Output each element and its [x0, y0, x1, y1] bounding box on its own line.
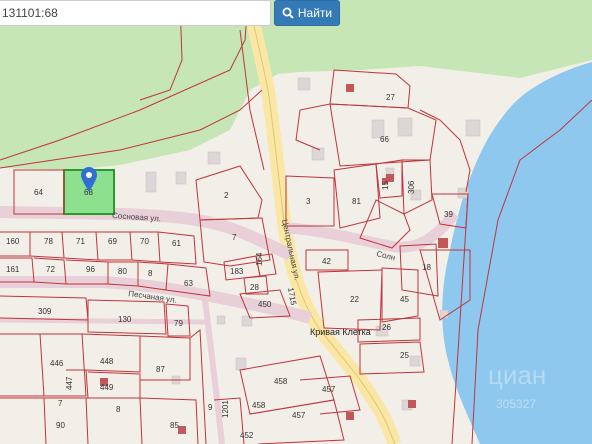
parcel-label: 306 [407, 180, 416, 194]
parcel-label: 90 [56, 421, 65, 430]
parcel-label: 130 [118, 315, 132, 324]
parcel-label: 78 [44, 237, 53, 246]
parcel-label: 80 [118, 267, 127, 276]
parcel-label: 447 [65, 376, 74, 390]
parcel-label: 3 [306, 197, 311, 206]
parcel-label: 22 [350, 295, 359, 304]
watermark-subtext: 305327 [496, 397, 536, 411]
parcel-label: 25 [400, 351, 409, 360]
parcel-label: 458 [274, 377, 288, 386]
search-button-label: Найти [297, 6, 333, 20]
parcel-label: 446 [50, 359, 64, 368]
search-icon [282, 7, 294, 19]
parcel-label: 64 [34, 188, 43, 197]
parcel-label: 42 [322, 257, 331, 266]
parcel-label: 39 [444, 210, 453, 219]
parcel-label: 1201 [221, 400, 230, 418]
parcel-label: 160 [6, 237, 20, 246]
parcel-label: 79 [174, 319, 183, 328]
parcel-label: 70 [140, 237, 149, 246]
parcel-label: 45 [400, 295, 409, 304]
parcel-label: 87 [156, 365, 165, 374]
parcel-label: 309 [38, 307, 52, 316]
parcel-label: 450 [258, 300, 272, 309]
parcel-label: 2 [224, 191, 229, 200]
parcel-label: 448 [100, 357, 114, 366]
search-button[interactable]: Найти [274, 0, 340, 26]
parcel-label: 161 [6, 265, 20, 274]
parcel-label: 96 [86, 265, 95, 274]
parcel-label: 8 [116, 405, 121, 414]
parcel-label: 8 [148, 269, 153, 278]
parcel-label: 66 [380, 135, 389, 144]
parcel-label: 85 [170, 421, 179, 430]
parcel-label: 458 [252, 401, 266, 410]
parcel-label: 457 [322, 385, 336, 394]
cadastral-map[interactable]: 64 68 160 78 71 69 70 61 161 72 96 80 8 … [0, 0, 592, 444]
parcel-label: 28 [250, 283, 259, 292]
parcel-label: 15 [381, 181, 390, 190]
parcel-label: 63 [184, 279, 193, 288]
search-box[interactable] [0, 0, 271, 26]
watermark-text: циан [488, 360, 546, 390]
parcel-label: 7 [58, 399, 63, 408]
parcel-label: 26 [382, 323, 391, 332]
parcel-label: 9 [208, 403, 213, 412]
parcel-label: 69 [108, 237, 117, 246]
parcel-label: 27 [386, 93, 395, 102]
parcel-label: 452 [240, 431, 254, 440]
parcel-label: 457 [292, 411, 306, 420]
parcel-label: 7 [232, 233, 237, 242]
place-label: Кривая Клетка [310, 327, 371, 337]
parcel-label: 449 [100, 383, 114, 392]
parcel-label: 81 [352, 197, 361, 206]
parcel-label: 164 [255, 252, 264, 266]
parcel-label: 61 [172, 239, 181, 248]
parcel-label: 183 [230, 267, 244, 276]
search-input[interactable] [0, 1, 270, 25]
parcel-label: 71 [76, 237, 85, 246]
parcel-label: 72 [46, 265, 55, 274]
parcel-label: 18 [422, 263, 431, 272]
